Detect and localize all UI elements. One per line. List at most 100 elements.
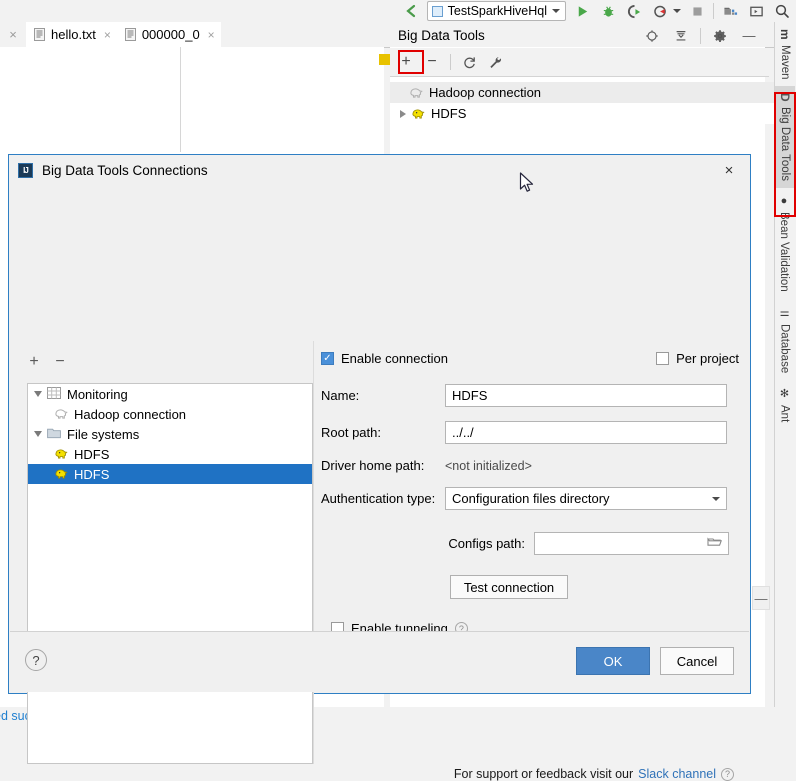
bdt-row-label: Hadoop connection bbox=[429, 85, 542, 100]
authentication-type-value: Configuration files directory bbox=[452, 491, 610, 506]
stripe-tab-bean-validation[interactable]: ● Bean Validation bbox=[775, 188, 793, 299]
test-connection-button[interactable]: Test connection bbox=[450, 575, 568, 599]
close-icon[interactable]: × bbox=[208, 28, 215, 42]
panel-header-divider bbox=[700, 27, 701, 44]
build-project-button[interactable] bbox=[720, 1, 740, 21]
hadoop-elephant-yellow-icon bbox=[411, 107, 426, 121]
tree-node-label: File systems bbox=[67, 426, 140, 442]
chevron-down-icon[interactable] bbox=[552, 9, 560, 13]
collapse-all-icon[interactable] bbox=[671, 26, 691, 46]
tree-node-label: HDFS bbox=[74, 466, 110, 482]
tree-toolbar: + − bbox=[27, 351, 67, 373]
name-input[interactable]: HDFS bbox=[445, 384, 727, 407]
cancel-button[interactable]: Cancel bbox=[660, 647, 734, 675]
hadoop-elephant-yellow-icon bbox=[54, 447, 69, 461]
stripe-tab-big-data-tools[interactable]: D Big Data Tools bbox=[775, 86, 795, 188]
dialog-vertical-divider bbox=[313, 341, 314, 764]
chevron-down-icon[interactable] bbox=[34, 431, 42, 437]
tree-node-hdfs-1[interactable]: HDFS bbox=[28, 444, 312, 464]
hadoop-elephant-gray-icon bbox=[54, 407, 69, 421]
stripe-tab-label: Maven bbox=[779, 44, 791, 80]
tree-node-label: Monitoring bbox=[67, 386, 128, 402]
enable-connection-checkbox[interactable]: ✓ bbox=[321, 352, 334, 365]
name-label: Name: bbox=[321, 388, 360, 403]
help-button[interactable]: ? bbox=[25, 649, 47, 671]
close-icon[interactable]: × bbox=[720, 161, 738, 179]
tree-node-monitoring[interactable]: Monitoring bbox=[28, 384, 312, 404]
profiler-dropdown-icon[interactable] bbox=[673, 9, 681, 13]
bdt-row-hadoop-connection[interactable]: Hadoop connection bbox=[390, 82, 775, 103]
profiler-button[interactable] bbox=[650, 1, 670, 21]
tree-node-label: Hadoop connection bbox=[74, 406, 187, 422]
connection-form: ✓ Enable connection Per project Name: HD… bbox=[321, 351, 741, 636]
terminal-button[interactable] bbox=[746, 1, 766, 21]
database-icon: ⚌ bbox=[778, 305, 790, 319]
driver-home-path-value: <not initialized> bbox=[445, 458, 532, 473]
panel-title: Big Data Tools bbox=[398, 28, 485, 43]
support-line: For support or feedback visit our Slack … bbox=[454, 767, 734, 781]
connections-tree[interactable]: Monitoring Hadoop connection File system… bbox=[27, 383, 313, 764]
intellij-idea-icon: IJ bbox=[18, 162, 33, 178]
add-item-button[interactable]: + bbox=[27, 353, 41, 371]
editor-tab-hello-txt[interactable]: hello.txt × bbox=[26, 22, 117, 47]
folder-icon bbox=[47, 427, 62, 441]
stripe-tab-label: Ant bbox=[778, 404, 791, 423]
slack-channel-link[interactable]: Slack channel bbox=[638, 767, 716, 781]
dialog-title: Big Data Tools Connections bbox=[42, 162, 208, 178]
chevron-down-icon[interactable] bbox=[34, 391, 42, 397]
stripe-tab-ant[interactable]: ✻ Ant bbox=[775, 380, 794, 429]
run-with-coverage-button[interactable] bbox=[624, 1, 644, 21]
ide-toolbar-actions: TestSparkHiveHql bbox=[401, 0, 792, 22]
run-configuration-selector[interactable]: TestSparkHiveHql bbox=[426, 1, 566, 21]
hide-tabs-button[interactable]: × bbox=[0, 22, 26, 47]
settings-gear-icon[interactable] bbox=[710, 26, 730, 46]
toolbar-divider bbox=[450, 54, 451, 70]
tree-node-hdfs-2[interactable]: HDFS bbox=[28, 464, 312, 484]
question-mark-icon[interactable]: ? bbox=[721, 767, 734, 781]
per-project-checkbox[interactable] bbox=[656, 352, 670, 365]
maven-icon: m bbox=[778, 29, 792, 40]
chevron-right-icon[interactable] bbox=[400, 109, 406, 118]
enable-connection-label: Enable connection bbox=[341, 351, 448, 366]
ide-toolbar: TestSparkHiveHql bbox=[0, 0, 796, 22]
run-config-name: TestSparkHiveHql bbox=[447, 4, 547, 18]
dialog-title-bar: IJ Big Data Tools Connections × bbox=[9, 155, 750, 185]
hadoop-elephant-gray-icon bbox=[409, 86, 424, 100]
stripe-tab-label: Big Data Tools bbox=[779, 106, 791, 181]
text-file-icon bbox=[124, 28, 136, 41]
configure-button[interactable] bbox=[483, 51, 507, 73]
root-path-input[interactable]: ../../ bbox=[445, 421, 727, 444]
tree-node-label: HDFS bbox=[74, 446, 110, 462]
run-button[interactable] bbox=[572, 1, 592, 21]
debug-button[interactable] bbox=[598, 1, 618, 21]
bdt-row-hdfs[interactable]: HDFS bbox=[390, 103, 775, 124]
authentication-type-select[interactable]: Configuration files directory bbox=[445, 487, 727, 510]
hide-panel-icon[interactable]: — bbox=[739, 26, 759, 46]
stop-button bbox=[687, 1, 707, 21]
tree-node-hadoop-connection[interactable]: Hadoop connection bbox=[28, 404, 312, 424]
folder-open-icon[interactable] bbox=[707, 536, 722, 551]
stripe-tab-database[interactable]: ⚌ Database bbox=[775, 299, 794, 380]
stripe-tab-maven[interactable]: m Maven bbox=[775, 22, 795, 86]
locate-icon[interactable] bbox=[642, 26, 662, 46]
close-icon[interactable]: × bbox=[104, 28, 111, 42]
toolbar-divider bbox=[713, 3, 714, 19]
support-text: For support or feedback visit our bbox=[453, 767, 634, 781]
editor-warning-marker[interactable] bbox=[379, 54, 390, 65]
editor-splitter[interactable] bbox=[180, 47, 181, 152]
collapse-handle[interactable]: — bbox=[752, 586, 770, 610]
arrow-back-icon[interactable] bbox=[401, 1, 421, 21]
authentication-type-label: Authentication type: bbox=[321, 491, 436, 506]
right-tool-window-stripe: m Maven D Big Data Tools ● Bean Validati… bbox=[774, 22, 796, 727]
remove-item-button[interactable]: − bbox=[53, 353, 67, 371]
tree-node-file-systems[interactable]: File systems bbox=[28, 424, 312, 444]
hadoop-elephant-yellow-icon bbox=[54, 467, 69, 481]
editor-tab-label: 000000_0 bbox=[141, 27, 200, 42]
refresh-button[interactable] bbox=[457, 51, 481, 73]
configs-path-input[interactable] bbox=[534, 532, 729, 555]
stripe-tab-label: Bean Validation bbox=[778, 211, 790, 292]
ok-button[interactable]: OK bbox=[576, 647, 650, 675]
search-everywhere-button[interactable] bbox=[772, 1, 792, 21]
chevron-down-icon[interactable] bbox=[712, 496, 720, 501]
editor-tab-000000-0[interactable]: 000000_0 × bbox=[116, 22, 221, 47]
